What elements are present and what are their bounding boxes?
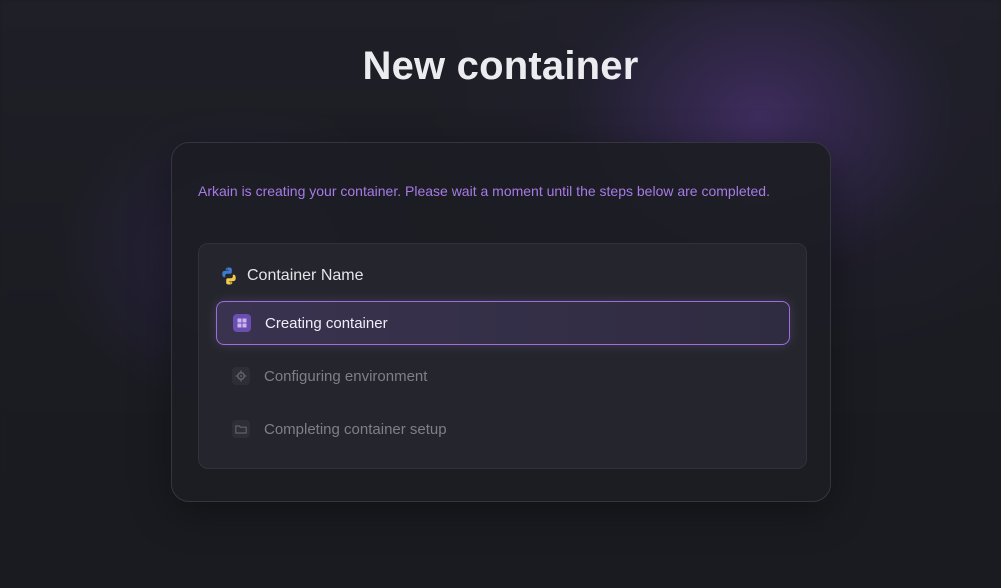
python-logo-icon bbox=[219, 266, 239, 286]
folder-icon bbox=[232, 420, 250, 438]
step-completing-setup: Completing container setup bbox=[216, 407, 790, 451]
step-configuring-environment: Configuring environment bbox=[216, 354, 790, 398]
page-title: New container bbox=[362, 44, 639, 88]
container-name-header: Container Name bbox=[219, 266, 364, 286]
gear-icon bbox=[232, 367, 250, 385]
creation-card: Arkain is creating your container. Pleas… bbox=[171, 142, 831, 502]
container-icon bbox=[233, 314, 251, 332]
step-label: Completing container setup bbox=[264, 420, 447, 438]
step-label: Creating container bbox=[265, 314, 388, 332]
step-label: Configuring environment bbox=[264, 367, 428, 385]
step-creating-container: Creating container bbox=[216, 301, 790, 345]
container-steps-panel: Container Name Creating container Config… bbox=[198, 243, 807, 469]
container-name-label: Container Name bbox=[247, 267, 364, 284]
creation-status-message: Arkain is creating your container. Pleas… bbox=[198, 183, 770, 199]
